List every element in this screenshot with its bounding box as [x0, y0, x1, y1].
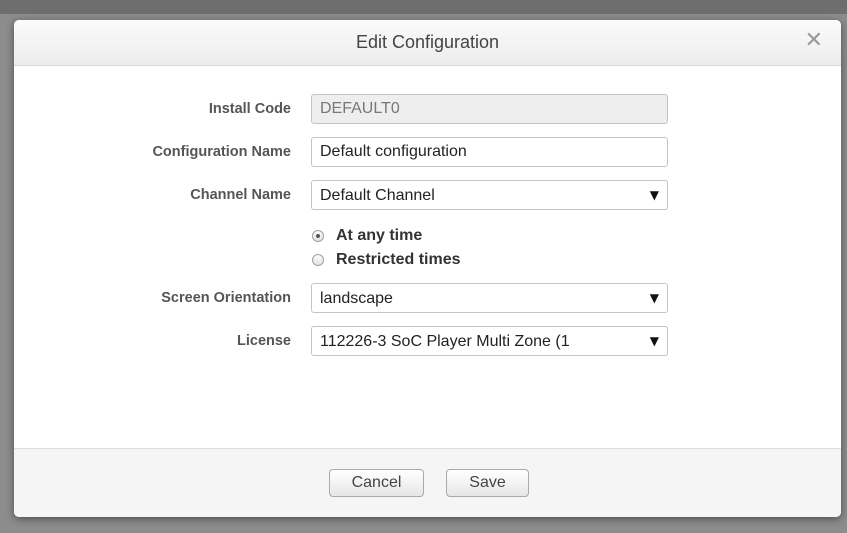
chevron-down-icon: ▼	[649, 291, 659, 305]
channel-name-row: Channel Name Default Channel ▼	[14, 180, 841, 212]
page-backdrop	[0, 0, 847, 14]
install-code-field[interactable]	[311, 94, 668, 124]
save-button[interactable]: Save	[446, 469, 529, 497]
configuration-name-label: Configuration Name	[152, 144, 291, 160]
install-code-label: Install Code	[208, 101, 291, 117]
radio-restricted-times-label: Restricted times	[336, 251, 461, 268]
radio-checked-icon[interactable]	[312, 230, 324, 242]
chevron-down-icon: ▼	[649, 334, 659, 348]
radio-unchecked-icon[interactable]	[312, 254, 324, 266]
edit-configuration-dialog: Edit Configuration ✕ Install Code Config…	[14, 20, 841, 517]
dialog-title: Edit Configuration	[355, 32, 500, 52]
dialog-footer: Cancel Save	[14, 448, 841, 517]
install-code-row: Install Code	[14, 94, 841, 126]
channel-name-value: Default Channel	[320, 187, 435, 204]
channel-name-select[interactable]: Default Channel ▼	[311, 180, 668, 210]
screen-orientation-row: Screen Orientation landscape ▼	[14, 283, 841, 315]
license-value: 112226-3 SoC Player Multi Zone (1	[320, 333, 570, 350]
configuration-name-field[interactable]	[311, 137, 668, 167]
close-icon[interactable]: ✕	[805, 28, 823, 54]
dialog-header: Edit Configuration ✕	[14, 20, 841, 66]
screen-orientation-value: landscape	[320, 290, 393, 307]
license-select[interactable]: 112226-3 SoC Player Multi Zone (1 ▼	[311, 326, 668, 356]
license-label: License	[237, 333, 291, 349]
radio-at-any-time-label: At any time	[336, 227, 423, 244]
channel-name-label: Channel Name	[190, 187, 291, 203]
chevron-down-icon: ▼	[649, 188, 659, 202]
screen-orientation-select[interactable]: landscape ▼	[311, 283, 668, 313]
cancel-button[interactable]: Cancel	[329, 469, 424, 497]
license-row: License 112226-3 SoC Player Multi Zone (…	[14, 326, 841, 358]
configuration-name-row: Configuration Name	[14, 137, 841, 169]
screen-orientation-label: Screen Orientation	[161, 290, 291, 306]
